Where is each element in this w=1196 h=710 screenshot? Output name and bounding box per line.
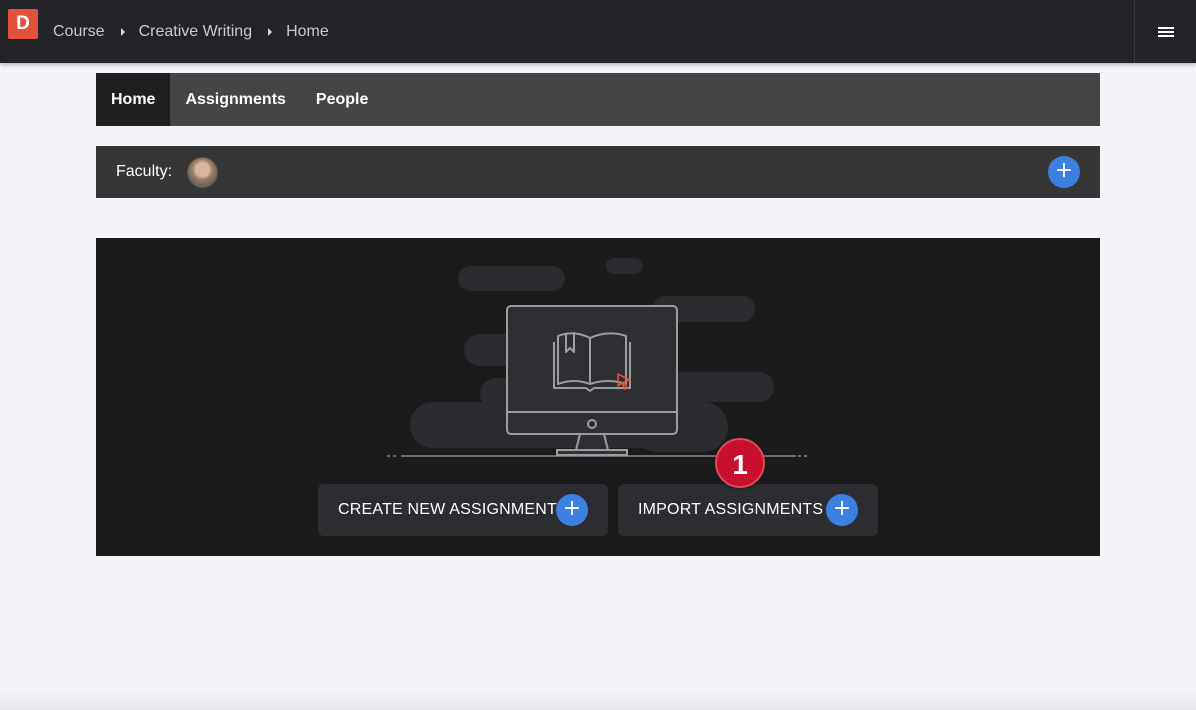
import-assignments-button[interactable]: IMPORT ASSIGNMENTS + [618, 484, 878, 536]
breadcrumb-home[interactable]: Home [286, 23, 329, 41]
create-new-assignment-label: CREATE NEW ASSIGNMENT [338, 501, 558, 518]
caret-right-icon [268, 27, 273, 36]
faculty-label: Faculty: [116, 163, 173, 180]
top-bar: D Course Creative Writing Home [0, 0, 1196, 63]
empty-state-panel: CREATE NEW ASSIGNMENT + IMPORT ASSIGNMEN… [96, 238, 1100, 556]
faculty-bar: Faculty: + [96, 146, 1100, 198]
breadcrumb-course[interactable]: Course [53, 23, 105, 41]
step-number-badge: 1 [715, 438, 765, 488]
course-tabs: Home Assignments People [96, 73, 1100, 126]
hamburger-icon [1157, 26, 1174, 38]
plus-icon: + [556, 494, 588, 526]
faculty-avatar[interactable] [187, 157, 218, 188]
caret-right-icon [120, 27, 125, 36]
plus-icon: + [826, 494, 858, 526]
import-assignments-label: IMPORT ASSIGNMENTS [638, 501, 824, 518]
app-logo[interactable]: D [8, 9, 38, 39]
create-new-assignment-button[interactable]: CREATE NEW ASSIGNMENT + [318, 484, 608, 536]
main-menu-button[interactable] [1134, 0, 1196, 63]
breadcrumb: Course Creative Writing Home [53, 0, 329, 63]
tab-people[interactable]: People [301, 73, 383, 126]
tab-home[interactable]: Home [96, 73, 171, 126]
add-faculty-button[interactable]: + [1048, 156, 1080, 188]
plus-icon: + [1054, 158, 1074, 183]
tab-assignments[interactable]: Assignments [170, 73, 300, 126]
breadcrumb-creative-writing[interactable]: Creative Writing [139, 23, 253, 41]
page-bottom-shade [0, 688, 1196, 710]
